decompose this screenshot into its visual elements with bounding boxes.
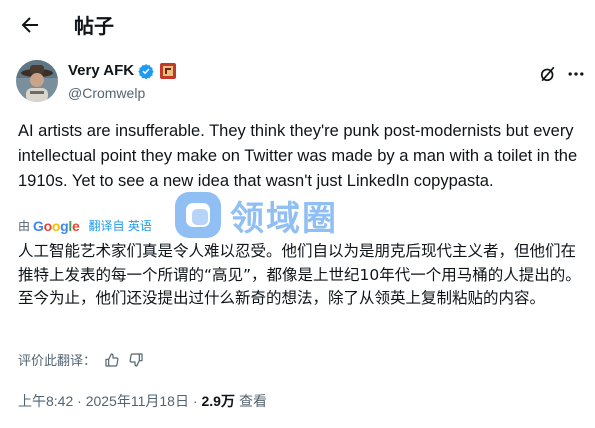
page-title: 帖子: [74, 16, 114, 38]
author-display-name[interactable]: Very AFK: [68, 62, 134, 79]
flag-icon: [160, 62, 177, 79]
avatar[interactable]: [16, 60, 58, 102]
author-name-row: Very AFK: [68, 62, 177, 79]
tweet-timestamp[interactable]: 上午8:42 · 2025年11月18日 ·: [18, 391, 198, 411]
watermark-logo-icon: [175, 192, 221, 238]
watermark-text: 领域圈: [230, 198, 338, 239]
translate-from-english-link[interactable]: 翻译自 英语: [89, 217, 152, 234]
watermark: 领域圈: [172, 185, 422, 245]
google-logo: Google: [33, 217, 80, 234]
thumbs-down-icon[interactable]: [128, 352, 144, 368]
rate-translation-label: 评价此翻译：: [18, 353, 97, 368]
translation-attribution: 由 Google 翻译自 英语: [18, 217, 152, 234]
translation-by-prefix: 由: [18, 219, 31, 233]
views-count: 2.9万: [201, 393, 235, 409]
rate-translation-row: 评价此翻译：: [18, 350, 144, 369]
views-label: 查看: [238, 393, 267, 409]
thumbs-up-icon[interactable]: [104, 352, 120, 368]
tweet-meta: 上午8:42 · 2025年11月18日 · 2.9万 查看: [18, 391, 267, 411]
header-bar: 帖子: [0, 0, 595, 50]
translated-text: 人工智能艺术家们真是令人难以忍受。他们自以为是朋克后现代主义者，但他们在推特上发…: [18, 242, 581, 307]
verified-badge-icon: [138, 63, 154, 79]
author-handle[interactable]: @Cromwelp: [68, 85, 145, 101]
grok-icon[interactable]: [538, 64, 558, 84]
more-icon[interactable]: [566, 64, 586, 84]
back-arrow-icon[interactable]: [18, 13, 42, 37]
tweet-text: AI artists are insufferable. They think …: [18, 122, 578, 190]
avatar-image: [16, 60, 58, 102]
